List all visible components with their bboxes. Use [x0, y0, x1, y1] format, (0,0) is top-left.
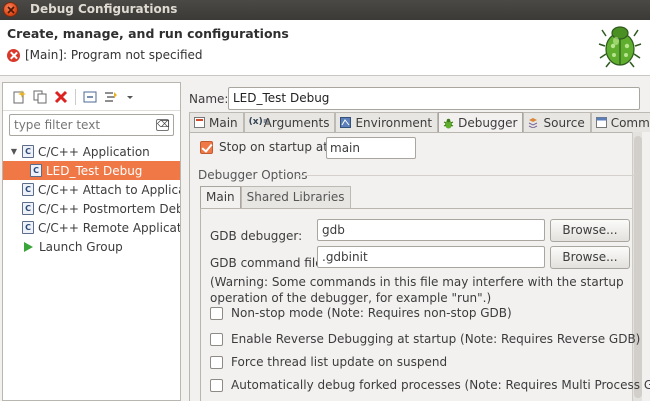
- force-thread-update-option[interactable]: Force thread list update on suspend: [210, 355, 447, 369]
- name-input[interactable]: LED_Test Debug: [228, 87, 640, 110]
- stop-on-startup-checkbox[interactable]: [200, 140, 213, 154]
- window-title: Debug Configurations: [30, 2, 178, 16]
- tree-item-label: C/C++ Postmortem Debug: [38, 201, 180, 216]
- subtab-main[interactable]: Main: [200, 186, 241, 208]
- option-label: Automatically debug forked processes (No…: [231, 378, 650, 392]
- dialog-header: Create, manage, and run configurations […: [0, 20, 650, 76]
- gdb-command-file-label: GDB command file:: [210, 256, 327, 270]
- tab-label: Environment: [355, 115, 433, 130]
- debug-bug-icon: [598, 26, 642, 68]
- left-toolbar: [3, 83, 180, 111]
- source-tab-icon: [528, 117, 539, 129]
- tree-item-led-test-debug[interactable]: C LED_Test Debug: [3, 161, 180, 180]
- tab-arguments[interactable]: (x)= Arguments: [243, 112, 336, 132]
- debug-forked-processes-option[interactable]: Automatically debug forked processes (No…: [210, 378, 650, 392]
- tree-item-cpp-postmortem[interactable]: C C/C++ Postmortem Debug: [3, 199, 180, 218]
- filter-configurations-icon[interactable]: [104, 90, 118, 104]
- tab-label: Common: [610, 115, 650, 130]
- delete-icon[interactable]: [54, 90, 68, 104]
- name-label: Name:: [189, 92, 229, 106]
- clear-filter-icon[interactable]: ⌫: [156, 119, 170, 131]
- debugger-options-title: Debugger Options: [198, 168, 308, 182]
- tab-label: Source: [543, 115, 585, 130]
- tab-debugger[interactable]: Debugger: [438, 112, 524, 133]
- c-postmortem-icon: C: [22, 202, 34, 215]
- stop-at-input[interactable]: main: [326, 137, 416, 159]
- header-title: Create, manage, and run configurations: [7, 26, 289, 41]
- tree-item-cpp-application[interactable]: ▼ C C/C++ Application: [3, 142, 180, 161]
- new-configuration-icon[interactable]: [12, 89, 26, 104]
- non-stop-mode-option[interactable]: Non-stop mode (Note: Requires non-stop G…: [210, 306, 512, 320]
- tab-environment[interactable]: Environment: [335, 112, 439, 132]
- close-window-button[interactable]: [3, 2, 18, 17]
- chevron-down-icon[interactable]: [125, 90, 139, 104]
- tab-common[interactable]: Common: [590, 112, 650, 132]
- non-stop-mode-checkbox[interactable]: [210, 306, 223, 320]
- configuration-editor: Name: LED_Test Debug Main (x)= Arguments…: [186, 82, 650, 401]
- tab-label: Main: [209, 115, 238, 130]
- browse-command-file-button[interactable]: Browse...: [550, 246, 630, 269]
- tab-source[interactable]: Source: [523, 112, 591, 132]
- c-app-icon: C: [22, 145, 34, 158]
- reverse-debugging-option[interactable]: Enable Reverse Debugging at startup (Not…: [210, 332, 640, 346]
- error-icon: [7, 48, 20, 62]
- c-attach-icon: C: [22, 183, 34, 196]
- warning-text: (Warning: Some commands in this file may…: [210, 275, 624, 305]
- subtab-shared-libraries[interactable]: Shared Libraries: [240, 186, 351, 208]
- configuration-tree-pane: ⌫ ▼ C C/C++ Application C LED_Test Debug…: [2, 82, 181, 401]
- gdb-command-file-input[interactable]: .gdbinit: [317, 246, 545, 268]
- bug-icon: [443, 118, 454, 129]
- option-label: Enable Reverse Debugging at startup (Not…: [231, 332, 641, 346]
- main-tab-icon: [194, 117, 205, 128]
- filter-field: ⌫: [9, 114, 174, 136]
- tree-item-label: C/C++ Remote Application: [38, 220, 180, 235]
- title-bar: Debug Configurations: [0, 0, 650, 20]
- collapse-all-icon[interactable]: [83, 90, 97, 104]
- tab-label: Arguments: [263, 115, 330, 130]
- tree-item-label: C/C++ Application: [38, 144, 150, 159]
- debug-forked-processes-checkbox[interactable]: [210, 378, 223, 392]
- gdb-debugger-label: GDB debugger:: [210, 229, 303, 243]
- toolbar-separator: [75, 88, 76, 105]
- tree-item-label: LED_Test Debug: [46, 163, 143, 178]
- debugger-subtabs: Main Shared Libraries: [200, 186, 351, 208]
- browse-gdb-button[interactable]: Browse...: [550, 219, 630, 242]
- tab-main[interactable]: Main: [189, 112, 244, 132]
- close-icon: [7, 6, 15, 14]
- gdb-debugger-input[interactable]: gdb: [317, 219, 545, 241]
- common-tab-icon: [595, 117, 607, 128]
- config-tabs: Main (x)= Arguments Environment Debugger…: [189, 112, 650, 133]
- filter-input[interactable]: [10, 115, 160, 135]
- duplicate-icon[interactable]: [33, 90, 47, 104]
- tree-item-label: C/C++ Attach to Applicati: [38, 182, 180, 197]
- tree-item-launch-group[interactable]: Launch Group: [3, 237, 180, 256]
- c-remote-icon: C: [22, 221, 34, 234]
- force-thread-update-checkbox[interactable]: [210, 355, 223, 369]
- tab-label: Debugger: [458, 116, 518, 130]
- error-message-text: [Main]: Program not specified: [25, 48, 203, 62]
- option-label: Force thread list update on suspend: [231, 355, 448, 369]
- tree-item-cpp-attach[interactable]: C C/C++ Attach to Applicati: [3, 180, 180, 199]
- tree-item-label: Launch Group: [39, 239, 123, 254]
- configuration-tree: ▼ C C/C++ Application C LED_Test Debug C…: [3, 142, 180, 256]
- tree-item-cpp-remote[interactable]: C C/C++ Remote Application: [3, 218, 180, 237]
- vertical-scrollbar[interactable]: [632, 132, 642, 401]
- stop-on-startup-row: Stop on startup at:: [200, 140, 332, 154]
- stop-on-startup-label: Stop on startup at:: [219, 140, 332, 154]
- group-divider: [296, 175, 636, 176]
- launch-group-icon: [24, 241, 33, 252]
- option-label: Non-stop mode (Note: Requires non-stop G…: [231, 306, 512, 320]
- arguments-tab-icon: (x)=: [248, 117, 271, 127]
- c-config-icon: C: [30, 164, 42, 177]
- environment-tab-icon: [340, 117, 352, 128]
- error-message: [Main]: Program not specified: [7, 48, 203, 62]
- reverse-debugging-checkbox[interactable]: [210, 332, 223, 346]
- expand-arrow-icon[interactable]: ▼: [9, 147, 19, 156]
